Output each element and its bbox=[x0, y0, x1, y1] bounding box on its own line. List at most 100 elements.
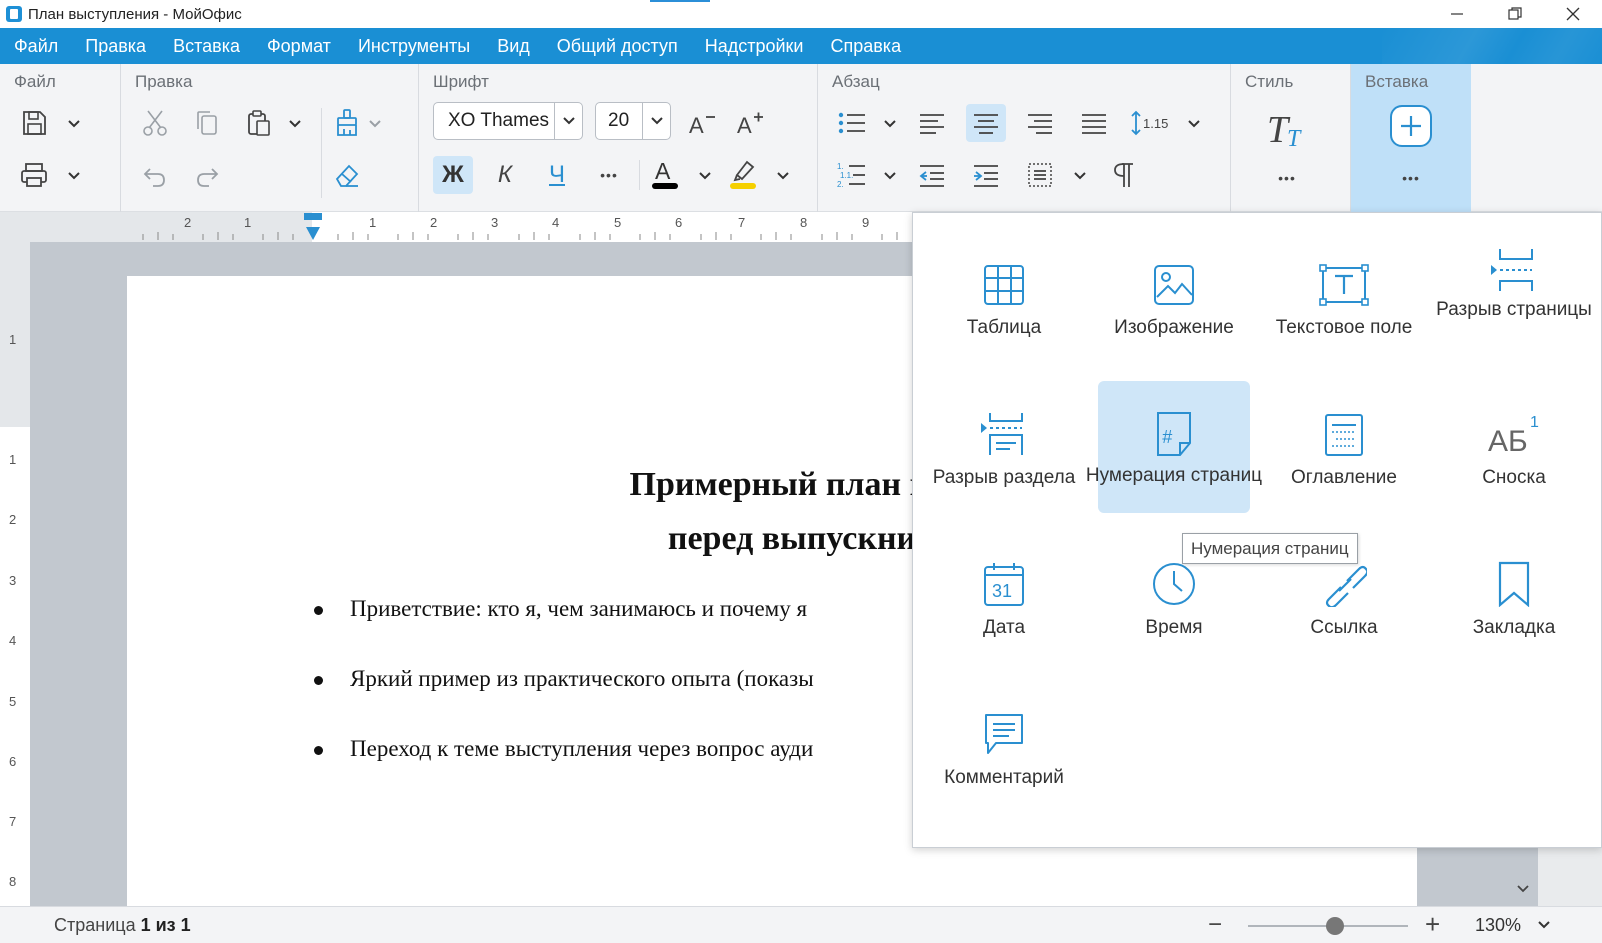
more-styles-button[interactable]: ••• bbox=[1267, 164, 1307, 192]
format-painter-dropdown-chevron-icon[interactable] bbox=[369, 118, 381, 130]
increase-indent-button[interactable] bbox=[966, 156, 1006, 194]
font-name-select[interactable]: XO Thames bbox=[433, 102, 583, 140]
italic-button[interactable]: К bbox=[485, 156, 525, 194]
menu-sharing[interactable]: Общий доступ bbox=[557, 36, 678, 57]
paragraph-spacing-button[interactable] bbox=[1020, 156, 1060, 194]
align-left-button[interactable] bbox=[912, 104, 952, 142]
vertical-ruler[interactable]: 1 1 2 3 4 5 6 7 8 bbox=[0, 242, 30, 906]
insert-table-item[interactable]: Таблица bbox=[928, 231, 1080, 363]
print-button[interactable] bbox=[14, 156, 54, 194]
menu-help[interactable]: Справка bbox=[830, 36, 901, 57]
insert-bookmark-item[interactable]: Закладка bbox=[1438, 531, 1590, 663]
copy-button[interactable] bbox=[187, 104, 227, 142]
highlight-button[interactable] bbox=[723, 154, 763, 194]
scissors-icon bbox=[143, 110, 167, 136]
undo-button[interactable] bbox=[135, 156, 175, 194]
format-painter-button[interactable] bbox=[327, 104, 367, 142]
menu-format[interactable]: Формат bbox=[267, 36, 331, 57]
highlight-dropdown-chevron-icon[interactable] bbox=[777, 170, 789, 182]
font-color-icon: A bbox=[652, 158, 678, 189]
close-button[interactable] bbox=[1544, 0, 1602, 28]
insert-image-item[interactable]: Изображение bbox=[1098, 231, 1250, 363]
menu-tools[interactable]: Инструменты bbox=[358, 36, 470, 57]
zoom-dropdown-chevron-icon[interactable] bbox=[1538, 919, 1550, 931]
insert-section-break-item[interactable]: Разрыв раздела bbox=[928, 381, 1080, 513]
font-color-button[interactable]: A bbox=[645, 154, 685, 194]
numbered-list-dropdown-chevron-icon[interactable] bbox=[884, 170, 896, 182]
justify-icon bbox=[1082, 114, 1106, 134]
align-center-button[interactable] bbox=[966, 104, 1006, 142]
list-item[interactable]: Яркий пример из практического опыта (пок… bbox=[314, 666, 814, 736]
cut-button[interactable] bbox=[135, 104, 175, 142]
restore-button[interactable] bbox=[1486, 0, 1544, 28]
styles-button[interactable]: TT bbox=[1261, 102, 1313, 154]
date-icon: 31 bbox=[984, 563, 1024, 606]
insert-button[interactable] bbox=[1387, 102, 1435, 150]
paste-button[interactable] bbox=[239, 104, 279, 142]
svg-text:A: A bbox=[655, 158, 671, 184]
redo-button[interactable] bbox=[187, 156, 227, 194]
insert-text-box-item[interactable]: Текстовое поле bbox=[1268, 231, 1420, 363]
font-name-chevron-icon bbox=[554, 103, 582, 139]
time-icon bbox=[1153, 563, 1195, 605]
menu-insert[interactable]: Вставка bbox=[173, 36, 240, 57]
print-dropdown-chevron-icon[interactable] bbox=[68, 170, 80, 182]
align-right-button[interactable] bbox=[1020, 104, 1060, 142]
line-spacing-button[interactable]: 1.15 bbox=[1128, 104, 1172, 142]
minimize-button[interactable] bbox=[1428, 0, 1486, 28]
svg-text:1: 1 bbox=[1530, 414, 1539, 431]
font-color-dropdown-chevron-icon[interactable] bbox=[699, 170, 711, 182]
insert-comment-label: Комментарий bbox=[944, 767, 1064, 788]
zoom-in-button[interactable]: + bbox=[1425, 909, 1440, 940]
page-counter-prefix: Страница bbox=[54, 915, 141, 935]
plus-icon bbox=[1390, 105, 1432, 147]
line-spacing-dropdown-chevron-icon[interactable] bbox=[1188, 118, 1200, 130]
underline-button[interactable]: Ч bbox=[537, 156, 577, 194]
footnote-icon: АБ1 bbox=[1488, 414, 1539, 457]
zoom-out-button[interactable]: − bbox=[1208, 911, 1222, 939]
more-font-options-button[interactable]: ••• bbox=[589, 156, 629, 194]
save-button[interactable] bbox=[14, 104, 54, 142]
text-style-icon: TT bbox=[1267, 109, 1302, 150]
bullet-list-dropdown-chevron-icon[interactable] bbox=[884, 118, 896, 130]
justify-button[interactable] bbox=[1074, 104, 1114, 142]
insert-footnote-item[interactable]: АБ 1 Сноска bbox=[1438, 381, 1590, 513]
menu-view[interactable]: Вид bbox=[497, 36, 530, 57]
scroll-down-button[interactable] bbox=[1512, 878, 1534, 900]
show-formatting-button[interactable] bbox=[1104, 156, 1144, 194]
numbered-list-button[interactable]: 1. 1.1. 2. bbox=[832, 156, 872, 194]
insert-page-numbering-item[interactable]: # Нумерация страниц bbox=[1086, 381, 1262, 513]
indent-marker-icon[interactable] bbox=[303, 212, 323, 242]
save-dropdown-chevron-icon[interactable] bbox=[68, 118, 80, 130]
decrease-indent-button[interactable] bbox=[912, 156, 952, 194]
decrease-font-button[interactable]: A bbox=[683, 104, 723, 142]
title-bar: План выступления - МойОфис bbox=[0, 0, 1602, 28]
menu-addons[interactable]: Надстройки bbox=[705, 36, 804, 57]
bullet-list-button[interactable] bbox=[832, 104, 872, 142]
zoom-level[interactable]: 130% bbox=[1475, 915, 1521, 936]
font-size-select[interactable]: 20 bbox=[595, 102, 671, 140]
menu-file[interactable]: Файл bbox=[14, 36, 58, 57]
increase-indent-icon bbox=[974, 165, 998, 187]
bold-button[interactable]: Ж bbox=[433, 156, 473, 194]
window-controls bbox=[1428, 0, 1602, 28]
increase-font-button[interactable]: A bbox=[731, 104, 771, 142]
zoom-slider-thumb[interactable] bbox=[1326, 917, 1344, 935]
list-item[interactable]: Приветствие: кто я, чем занимаюсь и поче… bbox=[314, 596, 814, 666]
clear-format-button[interactable] bbox=[327, 156, 367, 194]
ruler-number: 6 bbox=[9, 754, 17, 769]
insert-toc-item[interactable]: Оглавление bbox=[1268, 381, 1420, 513]
list-item[interactable]: Переход к теме выступления через вопрос … bbox=[314, 736, 814, 806]
menu-edit[interactable]: Правка bbox=[85, 36, 146, 57]
insert-time-label: Время bbox=[1145, 617, 1203, 638]
insert-page-break-item[interactable]: Разрыв страницы bbox=[1436, 231, 1592, 363]
paste-dropdown-chevron-icon[interactable] bbox=[289, 118, 301, 130]
font-increase-icon: A bbox=[737, 112, 763, 137]
paragraph-spacing-dropdown-chevron-icon[interactable] bbox=[1074, 170, 1086, 182]
insert-comment-item[interactable]: Комментарий bbox=[928, 681, 1080, 813]
insert-date-item[interactable]: 31 Дата bbox=[928, 531, 1080, 663]
svg-text:T: T bbox=[1287, 126, 1302, 150]
copy-icon bbox=[197, 111, 217, 135]
document-bullet-list[interactable]: Приветствие: кто я, чем занимаюсь и поче… bbox=[314, 596, 814, 806]
more-insert-button[interactable]: ••• bbox=[1391, 164, 1431, 192]
